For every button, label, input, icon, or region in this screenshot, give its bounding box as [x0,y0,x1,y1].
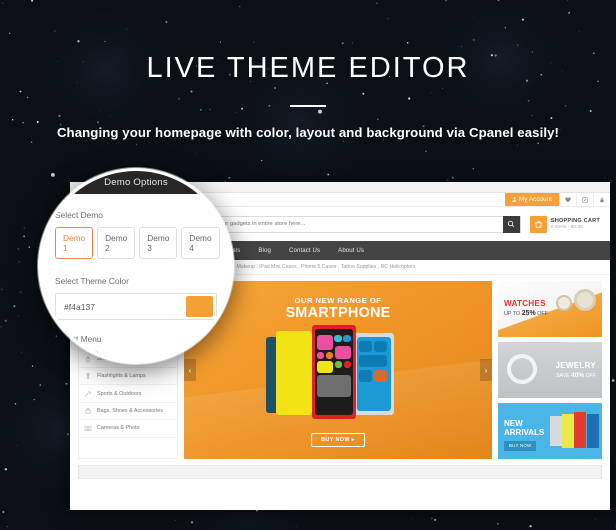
demo-button-1[interactable]: Demo 1 [55,227,94,259]
promo-jewelry-sub: SAVE 40% OFF [556,372,596,379]
nav-item-label: Blog [258,247,271,254]
nav-item-about-us[interactable]: About Us [329,241,373,260]
promo-watches-pre: UP TO [504,311,522,317]
page-title: LIVE THEME EDITOR [146,52,470,84]
shopping-cart[interactable]: SHOPPING CART 0 Items - $0.00 [529,215,600,233]
hero-subtitle: Changing your homepage with color, layou… [56,125,560,140]
camera-icon [84,424,92,432]
ring-icon [84,355,92,363]
category-item-label: Sports & Outdoors [97,390,142,397]
slider-prev-button[interactable]: ‹ [184,359,196,381]
nav-item-label: Contact Us [289,247,321,254]
lock-icon[interactable] [593,193,610,206]
demo-buttons: Demo 1 Demo 2 Demo 3 Demo 4 [55,227,220,259]
promo-jewelry-strong: 40% [570,372,585,379]
promo-watches-title: WATCHES [504,299,546,308]
select-menu-label: Select Menu [55,334,102,344]
browser-footer-strip [78,465,602,479]
my-account-button[interactable]: My Account [505,193,559,206]
promo-watches-post: OFF [535,311,548,317]
phone-thumb-4 [550,416,562,446]
demo-button-4[interactable]: Demo 4 [181,227,220,259]
theme-color-field[interactable]: #f4a137 [55,293,217,320]
select-theme-color-label: Select Theme Color [55,276,129,286]
demo-options-tab-label: Demo Options [104,177,168,188]
my-account-label: My Account [519,196,552,203]
slider-eyebrow: OUR NEW RANGE OF [294,296,382,305]
promo-new-arrivals-title: NEW ARRIVALS [504,419,545,437]
hero-header: LIVE THEME EDITOR Changing your homepage… [0,0,616,140]
promo-banners: WATCHES UP TO 25% OFF JEWELRY SAVE 40% O… [498,281,602,459]
sports-icon [84,390,92,398]
flashlight-icon [84,372,92,380]
watch-face-image [574,289,596,311]
bag-icon [84,407,92,415]
category-item[interactable]: Sports & Outdoors [79,385,177,403]
color-swatch[interactable] [186,296,213,317]
category-item[interactable]: Cameras & Photo [79,420,177,438]
demo-button-2[interactable]: Demo 2 [97,227,136,259]
promo-jewelry-pre: SAVE [556,373,571,379]
phone-group-image [258,323,418,423]
select-demo-label: Select Demo [55,210,103,220]
theme-color-value: #f4a137 [64,301,96,312]
phone-thumb-3 [587,414,599,448]
phone-thumb-1 [562,414,574,448]
demo-button-3[interactable]: Demo 3 [139,227,178,259]
cart-icon [529,215,547,233]
promo-jewelry-title: JEWELRY [555,361,596,370]
search-icon [508,220,515,228]
category-item-label: Cameras & Photo [97,425,140,432]
ring-image [507,354,537,384]
nav-item-label: About Us [338,247,365,254]
slider-buy-now-button[interactable]: BUY NOW ▸ [311,433,365,447]
slider-headline: SMARTPHONE [285,305,391,321]
promo-watches-strong: 25% [521,310,536,317]
category-item[interactable]: Bags, Shoes & Accessories [79,403,177,421]
promo-watches[interactable]: WATCHES UP TO 25% OFF [498,281,602,337]
cart-subtitle: 0 Items - $0.00 [550,225,583,230]
promo-jewelry-post: OFF [584,373,596,379]
watch-face-image-2 [556,295,572,311]
cart-title: SHOPPING CART [550,218,600,224]
wishlist-icon[interactable] [559,193,576,206]
nav-item-blog[interactable]: Blog [249,241,280,260]
promo-watches-sub: UP TO 25% OFF [504,310,548,317]
category-item-label: Flashlights & Lamps [97,373,146,380]
title-divider [290,105,326,107]
slider-next-button[interactable]: › [480,359,492,381]
category-item[interactable]: Flashlights & Lamps [79,368,177,386]
phone-thumb-2 [574,412,586,448]
category-item-label: Bags, Shoes & Accessories [97,407,163,414]
promo-new-arrivals[interactable]: NEW ARRIVALS BUY NOW [498,403,602,459]
promo-jewelry[interactable]: JEWELRY SAVE 40% OFF [498,342,602,398]
search-button[interactable] [502,215,520,233]
hero-slider: OUR NEW RANGE OF SMARTPHONE BUY NOW ▸ ‹ … [184,281,492,459]
promo-new-arrivals-button[interactable]: BUY NOW [504,441,537,451]
nav-item-contact-us[interactable]: Contact Us [280,241,329,260]
compare-icon[interactable] [576,193,593,206]
demo-options-magnifier: Demo Options Select Demo Demo 1 Demo 2 Dem… [38,168,234,364]
user-icon [512,197,517,202]
